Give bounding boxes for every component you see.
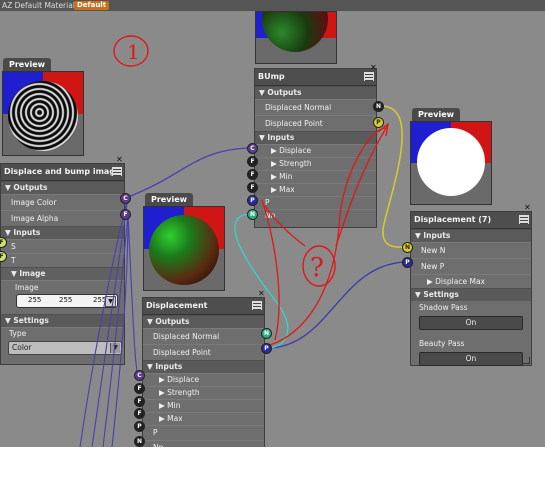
annotation-one: 1 (127, 40, 140, 64)
wire-red-d (335, 124, 389, 247)
disp-in-p-socket[interactable]: P (134, 421, 145, 432)
annotation-question: ? (310, 253, 324, 283)
wire-cyan (234, 213, 289, 349)
wire-red-b (269, 127, 386, 346)
bump-in-strength-socket[interactable]: F (247, 156, 258, 167)
bump-in-displace-socket[interactable]: C (247, 143, 258, 154)
disp-in-displace-socket[interactable]: C (134, 370, 145, 381)
bump-out-normal-socket[interactable]: N (373, 101, 384, 112)
bump-out-point-socket[interactable]: P (373, 117, 384, 128)
wire-image-color-to-bump-displace (127, 147, 250, 198)
disp-out-point-socket[interactable]: P (261, 343, 272, 354)
disp-in-strength-socket[interactable]: F (134, 383, 145, 394)
bump-in-p-socket[interactable]: P (247, 195, 258, 206)
disp-in-max-socket[interactable]: F (134, 408, 145, 419)
connection-wires: 1 ? (79, 35, 406, 447)
wire-red-c (263, 204, 306, 247)
wire-image-color-to-displacement-displace-5 (127, 213, 139, 375)
bump-in-nn-socket[interactable]: N (247, 209, 258, 220)
shader-canvas[interactable]: AZ Default Material Default Preview Prev… (0, 0, 545, 447)
disp-in-min-socket[interactable]: F (134, 396, 145, 407)
bump-in-max-socket[interactable]: F (247, 182, 258, 193)
wire-image-color-to-displacement-displace-2 (91, 196, 129, 447)
disp-out-normal-socket[interactable]: N (261, 328, 272, 339)
disp7-in-newn-socket[interactable]: N (402, 242, 413, 253)
disp-in-nn-socket[interactable]: N (134, 436, 145, 447)
wire-image-color-to-displacement-displace-1 (79, 196, 129, 447)
disp7-in-newp-socket[interactable]: P (402, 257, 413, 268)
dbi-out-color-socket[interactable]: C (120, 193, 131, 204)
dbi-out-alpha-socket[interactable]: F (120, 209, 131, 220)
bump-in-min-socket[interactable]: F (247, 169, 258, 180)
